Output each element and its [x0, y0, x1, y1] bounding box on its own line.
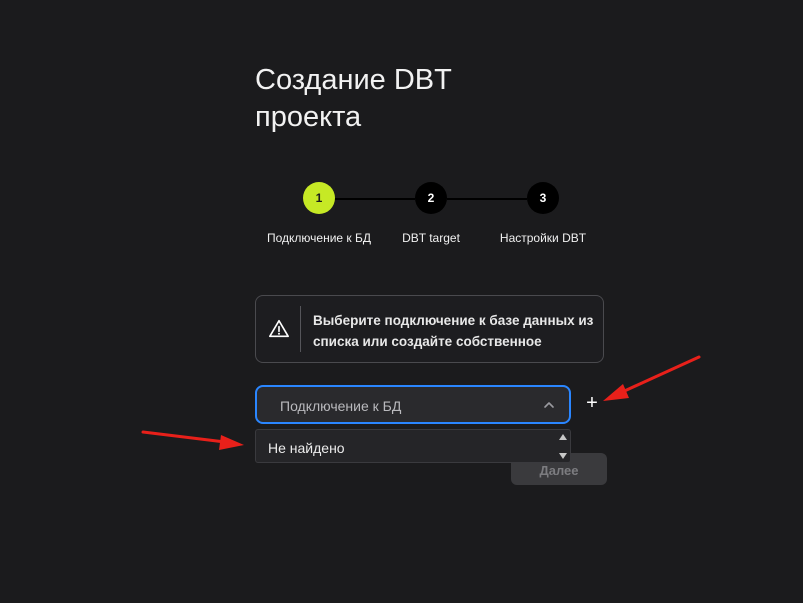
scroll-down-arrow-icon[interactable]: [559, 453, 567, 459]
db-connection-select-placeholder: Подключение к БД: [280, 398, 402, 414]
step-1-label: Подключение к БД: [266, 231, 372, 245]
db-connection-select[interactable]: Подключение к БД: [255, 385, 571, 424]
step-3-number: 3: [539, 191, 547, 205]
add-connection-button[interactable]: +: [582, 393, 602, 413]
alert-divider: [300, 306, 301, 352]
next-button-label: Далее: [539, 462, 579, 478]
page-title-line-1: Создание DBT: [255, 64, 452, 96]
warning-triangle-icon: [269, 319, 289, 338]
step-2-number: 2: [427, 191, 435, 205]
page-title: Создание DBT проекта: [255, 62, 555, 136]
stepper-connector-1-2: [335, 198, 415, 200]
page-title-line-2: проекта: [255, 101, 362, 133]
step-2-label: DBT target: [402, 231, 460, 245]
step-3-indicator: 3: [527, 182, 559, 214]
scroll-up-arrow-icon[interactable]: [559, 434, 567, 440]
annotation-arrow-to-dropdown-option: [141, 430, 244, 450]
step-1-number: 1: [315, 191, 323, 205]
annotation-arrow-to-add-button: [603, 355, 701, 401]
stepper-connector-2-3: [447, 198, 527, 200]
db-connection-dropdown: Не найдено: [255, 429, 571, 463]
step-2-indicator: 2: [415, 182, 447, 214]
dropdown-option-not-found[interactable]: Не найдено: [268, 440, 345, 456]
info-alert: Выберите подключение к базе данных из сп…: [255, 295, 604, 363]
step-1-indicator: 1: [303, 182, 335, 214]
alert-message: Выберите подключение к базе данных из сп…: [313, 313, 594, 349]
plus-icon: +: [586, 392, 598, 414]
chevron-up-icon: [544, 402, 554, 408]
step-3-label: Настройки DBT: [499, 231, 587, 245]
